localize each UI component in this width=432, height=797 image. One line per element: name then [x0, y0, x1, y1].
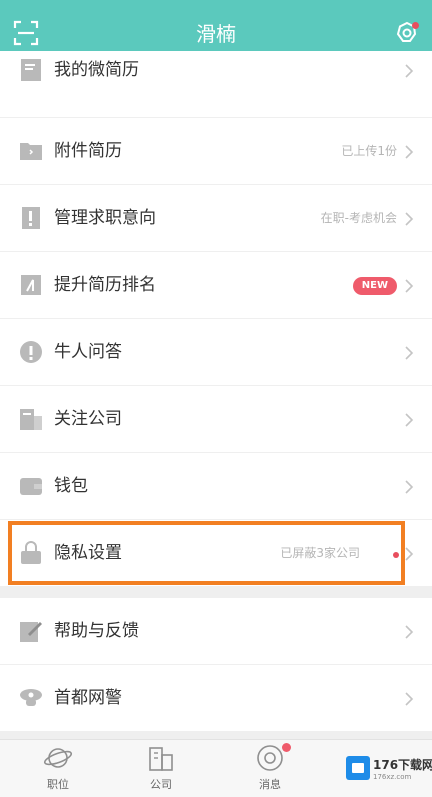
site-watermark: 176下载网 176xz.com [346, 753, 432, 789]
menu-item-qa[interactable]: 牛人问答 [0, 319, 432, 385]
menu-item-label: 首都网警 [54, 688, 122, 708]
wallet-icon [20, 478, 42, 495]
tab-companies[interactable]: 公司 [121, 740, 201, 797]
message-icon [257, 745, 283, 771]
watermark-text: 176下载网 [373, 758, 432, 772]
watermark-logo-icon [346, 756, 370, 780]
menu-item-label: 管理求职意向 [54, 208, 156, 228]
tab-jobs[interactable]: 职位 [18, 740, 98, 797]
menu-item-wallet[interactable]: 钱包 [0, 453, 432, 519]
chevron-right-icon [405, 279, 414, 293]
chevron-right-icon [405, 625, 414, 639]
page-title: 滑楠 [196, 22, 236, 46]
menu-item-boost-ranking[interactable]: 提升简历排名 NEW [0, 252, 432, 318]
notification-dot [412, 22, 419, 29]
chevron-right-icon [405, 145, 414, 159]
tab-label: 公司 [150, 778, 172, 791]
menu-item-detail: 在职-考虑机会 [320, 211, 397, 225]
folder-icon [20, 143, 42, 160]
menu-item-job-intention[interactable]: 管理求职意向 在职-考虑机会 [0, 185, 432, 251]
menu-item-resume[interactable]: 我的微简历 [0, 51, 432, 117]
qa-icon [20, 341, 42, 363]
chevron-right-icon [405, 547, 414, 561]
menu-item-label: 提升简历排名 [54, 275, 156, 295]
company-icon [20, 409, 42, 430]
menu-item-help-feedback[interactable]: 帮助与反馈 [0, 598, 432, 664]
chevron-right-icon [405, 212, 414, 226]
tab-label: 消息 [259, 778, 281, 791]
menu-item-label: 附件简历 [54, 141, 122, 161]
watermark-subtext: 176xz.com [373, 773, 412, 781]
tab-label: 职位 [47, 778, 69, 791]
building-icon [149, 747, 173, 771]
menu-item-label: 关注公司 [54, 409, 122, 429]
chevron-right-icon [405, 413, 414, 427]
resume-icon [21, 59, 41, 81]
unread-dot [282, 743, 291, 752]
police-icon [20, 689, 42, 706]
new-badge: NEW [352, 277, 397, 295]
chevron-right-icon [405, 64, 414, 78]
document-icon [22, 207, 40, 229]
menu-item-followed-companies[interactable]: 关注公司 [0, 386, 432, 452]
highlight-box [8, 521, 405, 585]
menu-item-detail: 已上传1份 [341, 144, 397, 158]
planet-icon [43, 748, 73, 768]
edit-icon [20, 622, 42, 642]
ranking-icon [21, 275, 41, 295]
menu-item-label: 帮助与反馈 [54, 621, 139, 641]
chevron-right-icon [405, 480, 414, 494]
chevron-right-icon [405, 346, 414, 360]
menu-item-label: 牛人问答 [54, 342, 122, 362]
menu-item-label: 钱包 [54, 476, 88, 496]
tab-messages[interactable]: 消息 [230, 740, 310, 797]
menu-item-attachment-resume[interactable]: 附件简历 已上传1份 [0, 118, 432, 184]
menu-item-capital-police[interactable]: 首都网警 [0, 665, 432, 731]
chevron-right-icon [405, 692, 414, 706]
menu-item-label: 我的微简历 [54, 60, 139, 80]
